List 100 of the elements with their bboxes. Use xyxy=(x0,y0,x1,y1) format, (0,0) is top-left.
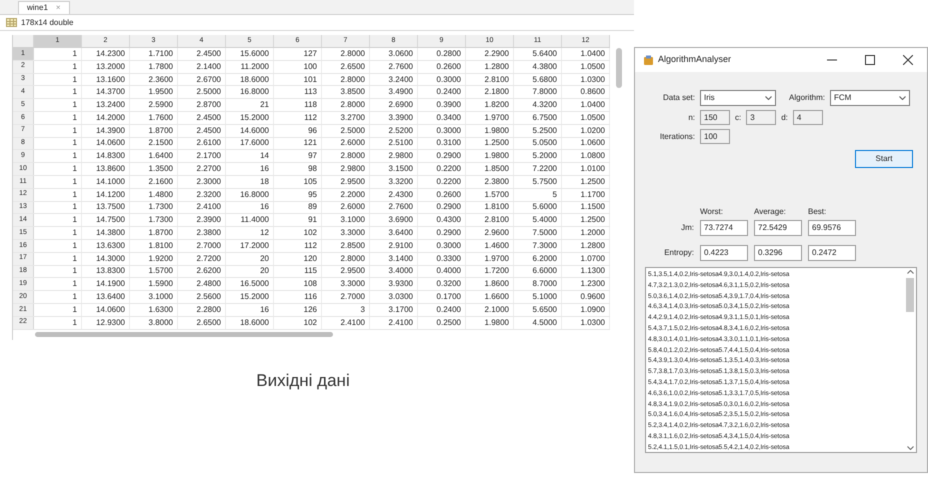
table-cell: 14.3800 xyxy=(82,227,130,239)
table-cell: 0.3200 xyxy=(418,278,466,290)
table-cell: 1 xyxy=(34,214,82,226)
table-cell: 4.5000 xyxy=(514,316,562,329)
table-cell: 2.5600 xyxy=(178,291,226,303)
table-cell: 2.2700 xyxy=(178,163,226,175)
table-cell: 14.0600 xyxy=(82,304,130,316)
table-cell: 14.1200 xyxy=(82,188,130,201)
input-field[interactable]: 72.5429 xyxy=(754,220,802,236)
input-field[interactable]: 3 xyxy=(746,110,776,125)
table-cell: 91 xyxy=(274,214,322,226)
table-cell: 14.8300 xyxy=(82,150,130,162)
maximize-icon[interactable] xyxy=(865,55,875,65)
table-cell: 7.8000 xyxy=(514,86,562,98)
table-cell: 1 xyxy=(34,163,82,175)
table-cell: 3.1000 xyxy=(130,291,178,303)
table-cell: 0.2500 xyxy=(418,316,466,329)
start-button[interactable]: Start xyxy=(855,150,913,168)
table-cell: 1.0100 xyxy=(562,163,610,175)
table-cell: 14.3000 xyxy=(82,252,130,265)
table-cell: 1.9800 xyxy=(466,124,514,137)
table-cell: 116 xyxy=(274,291,322,303)
table-cell: 127 xyxy=(274,48,322,60)
table-cell: 0.3100 xyxy=(418,138,466,150)
vertical-scrollbar[interactable] xyxy=(616,48,622,88)
table-cell: 3 xyxy=(322,304,370,316)
table-cell: 0.2400 xyxy=(418,304,466,316)
table-cell: 1 xyxy=(34,176,82,188)
table-cell: 2.3800 xyxy=(178,227,226,239)
input-field[interactable]: 0.3296 xyxy=(754,245,802,261)
window-title: AlgorithmAnalyser xyxy=(658,53,732,66)
table-cell: 3.4000 xyxy=(370,266,418,278)
scroll-up-icon[interactable] xyxy=(906,270,914,274)
table-cell: 2.1000 xyxy=(466,304,514,316)
table-cell: 102 xyxy=(274,316,322,329)
table-cell: 1 xyxy=(34,150,82,162)
table-cell: 2.8000 xyxy=(322,48,370,60)
chevron-down-icon xyxy=(899,96,906,100)
table-cell: 101 xyxy=(274,74,322,86)
table-cell: 1.2500 xyxy=(466,138,514,150)
table-cell: 1.1700 xyxy=(562,188,610,201)
input-field[interactable]: 0.4223 xyxy=(700,245,748,261)
table-cell: 4.3200 xyxy=(514,99,562,111)
tab[interactable]: wine1 × xyxy=(18,1,70,14)
table-cell: 3.3200 xyxy=(370,176,418,188)
table-cell: 1.6600 xyxy=(466,291,514,303)
table-cell: 2.1500 xyxy=(130,138,178,150)
table-cell: 5.0500 xyxy=(514,138,562,150)
table-cell: 3.1500 xyxy=(370,163,418,175)
input-field[interactable]: 100 xyxy=(700,129,730,144)
close-icon[interactable] xyxy=(903,55,913,65)
table-cell: 2.3200 xyxy=(178,188,226,201)
input-field[interactable]: 4 xyxy=(792,110,823,125)
table-cell: 1.1500 xyxy=(562,202,610,214)
input-field[interactable]: 0.2472 xyxy=(808,245,856,261)
table-cell: 1 xyxy=(34,252,82,265)
table-cell: 2.5000 xyxy=(322,124,370,137)
table-cell: 2.8500 xyxy=(322,240,370,252)
table-cell: 2.6700 xyxy=(178,74,226,86)
table-cell: 3.6400 xyxy=(370,227,418,239)
dropdown[interactable]: Iris xyxy=(700,90,776,106)
table-cell: 1.8600 xyxy=(466,278,514,290)
scroll-down-icon[interactable] xyxy=(906,446,914,450)
table-cell: 1.1300 xyxy=(562,266,610,278)
table-cell: 2.1700 xyxy=(178,150,226,162)
scrollbar-thumb[interactable] xyxy=(906,278,914,312)
input-field[interactable]: 69.9576 xyxy=(808,220,856,236)
table-cell: 15.2000 xyxy=(226,112,274,124)
table-cell: 21 xyxy=(226,99,274,111)
table-cell: 3.2400 xyxy=(370,74,418,86)
table-cell: 14.0600 xyxy=(82,138,130,150)
table-cell: 1.8500 xyxy=(466,163,514,175)
table-cell: 6.6000 xyxy=(514,266,562,278)
table-cell: 95 xyxy=(274,188,322,201)
table-cell: 3.4900 xyxy=(370,86,418,98)
table-cell: 113 xyxy=(274,86,322,98)
table-cell: 15.6000 xyxy=(226,48,274,60)
dropdown[interactable]: FCM xyxy=(830,90,910,106)
table-cell: 7.2200 xyxy=(514,163,562,175)
table-cell: 1.0300 xyxy=(562,74,610,86)
table-cell: 105 xyxy=(274,176,322,188)
table-cell: 14.2300 xyxy=(82,48,130,60)
table-cell: 2.6000 xyxy=(322,138,370,150)
table-cell: 2.6500 xyxy=(322,60,370,73)
table-cell: 2.9500 xyxy=(322,176,370,188)
table-cell: 13.1600 xyxy=(82,74,130,86)
input-field[interactable]: 73.7274 xyxy=(700,220,748,236)
field-label: Algorithm: xyxy=(789,92,826,104)
table-cell: 2.4100 xyxy=(178,202,226,214)
field-label: Entropy: xyxy=(663,247,694,259)
table-cell: 1.2500 xyxy=(562,214,610,226)
table-cell: 1.6300 xyxy=(130,304,178,316)
horizontal-scrollbar[interactable] xyxy=(35,332,333,338)
table-cell: 98 xyxy=(274,163,322,175)
table-cell: 102 xyxy=(274,227,322,239)
table-cell: 0.4300 xyxy=(418,214,466,226)
table-cell: 18.6000 xyxy=(226,74,274,86)
table-cell: 11.2000 xyxy=(226,60,274,73)
table-cell: 16 xyxy=(226,163,274,175)
input-field[interactable]: 150 xyxy=(700,110,730,125)
